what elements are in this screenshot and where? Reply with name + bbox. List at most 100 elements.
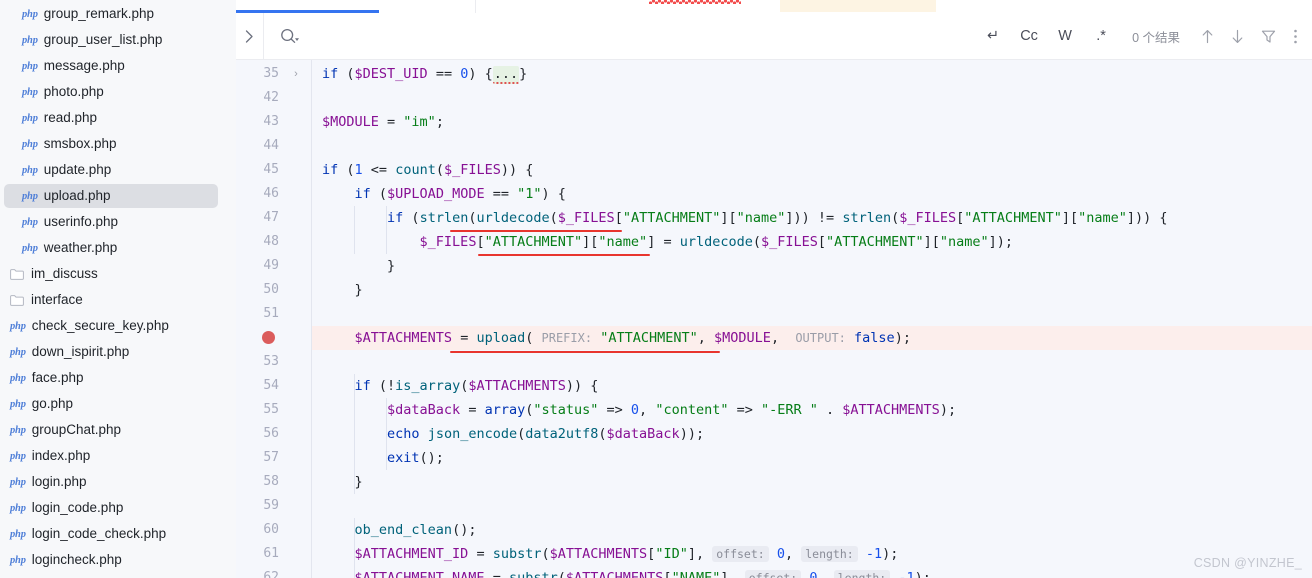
search-input[interactable] (307, 26, 607, 46)
tree-item-index-php[interactable]: php index.php (0, 443, 236, 469)
watermark-label: CSDN @YINZHE_ (1193, 556, 1302, 570)
line-number: 51 (263, 306, 279, 321)
code-line-52[interactable]: $ATTACHMENTS = upload( PREFIX: "ATTACHME… (312, 326, 911, 350)
code-line-62[interactable]: $ATTACHMENT_NAME = substr($ATTACHMENTS["… (312, 566, 931, 578)
tree-item-groupchat-php[interactable]: php groupChat.php (0, 417, 236, 443)
line-number: 49 (263, 258, 279, 273)
code-line-45[interactable]: if (1 <= count($_FILES)) { (312, 158, 533, 182)
code-line-58[interactable]: } (312, 470, 363, 494)
tree-item-logincheck-php[interactable]: php logincheck.php (0, 547, 236, 573)
match-case-button[interactable]: Cc (1020, 25, 1038, 47)
tree-item-interface[interactable]: interface (0, 287, 236, 313)
php-file-icon: php (22, 34, 38, 46)
code-line-49[interactable]: } (312, 254, 395, 278)
php-file-icon: php (10, 528, 26, 540)
tree-item-label: weather.php (43, 240, 118, 256)
tree-item-group-user-list-php[interactable]: php group_user_list.php (0, 27, 236, 53)
php-file-icon: php (10, 502, 26, 514)
tree-item-label: logincheck.php (31, 552, 122, 568)
tree-item-go-php[interactable]: php go.php (0, 391, 236, 417)
code-line-43[interactable]: $MODULE = "im"; (312, 110, 444, 134)
tree-item-label: im_discuss (31, 266, 98, 282)
code-line-55[interactable]: $dataBack = array("status" => 0, "conten… (312, 398, 956, 422)
tree-item-label: down_ispirit.php (31, 344, 130, 360)
tree-item-login-code-php[interactable]: php login_code.php (0, 495, 236, 521)
code-line-56[interactable]: echo json_encode(data2utf8($dataBack)); (312, 422, 704, 446)
tree-item-label: interface (31, 292, 83, 308)
annotation-underline-1 (450, 230, 622, 232)
code-line-61[interactable]: $ATTACHMENT_ID = substr($ATTACHMENTS["ID… (312, 542, 898, 566)
tree-item-photo-php[interactable]: php photo.php (0, 79, 236, 105)
tree-item-weather-php[interactable]: php weather.php (0, 235, 236, 261)
tree-item-login-php[interactable]: php login.php (0, 469, 236, 495)
tree-item-label: group_user_list.php (43, 32, 163, 48)
php-file-icon: php (10, 554, 26, 566)
fold-arrow-icon[interactable]: › (289, 62, 303, 86)
tree-item-group-remark-php[interactable]: php group_remark.php (0, 1, 236, 27)
code-line-46[interactable]: if ($UPLOAD_MODE == "1") { (312, 182, 566, 206)
tree-item-label: update.php (43, 162, 112, 178)
code-line-35[interactable]: if ($DEST_UID == 0) {...} (312, 62, 527, 86)
tree-item-label: upload.php (43, 188, 111, 204)
php-file-icon: php (10, 320, 26, 332)
tree-item-update-php[interactable]: php update.php (0, 157, 236, 183)
line-number: 60 (263, 522, 279, 537)
tree-item-smsbox-php[interactable]: php smsbox.php (0, 131, 236, 157)
tree-item-label: index.php (31, 448, 91, 464)
more-vertical-icon[interactable] (1293, 28, 1298, 45)
editor-tab-strip[interactable] (236, 0, 1312, 13)
line-number: 45 (263, 162, 279, 177)
tree-item-label: userinfo.php (43, 214, 119, 230)
tree-item-upload-php[interactable]: php upload.php (0, 183, 236, 209)
search-field-wrapper[interactable] (264, 13, 984, 60)
php-file-icon: php (22, 86, 38, 98)
tree-item-read-php[interactable]: php read.php (0, 105, 236, 131)
php-file-icon: php (10, 424, 26, 436)
folded-code-region[interactable]: ... (492, 66, 520, 84)
code-content-area[interactable]: if ($DEST_UID == 0) {...} $MODULE = "im";… (312, 60, 1312, 578)
line-number: 35 (263, 66, 279, 81)
whole-words-button[interactable]: W (1056, 25, 1074, 47)
chevron-right-icon[interactable] (236, 13, 263, 60)
breakpoint-marker[interactable] (262, 331, 275, 344)
php-file-icon: php (22, 138, 38, 150)
tree-item-label: photo.php (43, 84, 104, 100)
arrow-down-icon[interactable] (1231, 29, 1244, 44)
line-number: 61 (263, 546, 279, 561)
line-number: 48 (263, 234, 279, 249)
php-file-icon: php (10, 476, 26, 488)
code-line-60[interactable]: ob_end_clean(); (312, 518, 477, 542)
code-line-48[interactable]: $_FILES["ATTACHMENT"]["name"] = urldecod… (312, 230, 1013, 254)
tree-item-message-php[interactable]: php message.php (0, 53, 236, 79)
tree-item-login-code-check-php[interactable]: php login_code_check.php (0, 521, 236, 547)
line-number: 46 (263, 186, 279, 201)
code-line-50[interactable]: } (312, 278, 363, 302)
tree-item-face-php[interactable]: php face.php (0, 365, 236, 391)
project-file-tree[interactable]: php group_remark.php php group_user_list.ph… (0, 0, 236, 578)
line-number: 62 (263, 570, 279, 578)
tree-item-userinfo-php[interactable]: php userinfo.php (0, 209, 236, 235)
editor-gutter[interactable]: 35 › 42 43 44 45 46 47 48 49 50 51 53 54 55 56 57 58 59 60 6… (236, 60, 312, 578)
search-icon[interactable] (280, 28, 299, 45)
php-file-icon: php (22, 112, 38, 124)
tree-item-check-secure-key-php[interactable]: php check_secure_key.php (0, 313, 236, 339)
arrow-up-icon[interactable] (1201, 29, 1214, 44)
tree-item-label: login_code_check.php (31, 526, 167, 542)
code-line-47[interactable]: if (strlen(urldecode($_FILES["ATTACHMENT… (312, 206, 1168, 230)
regex-newline-icon[interactable]: ↵ (984, 25, 1002, 47)
php-file-icon: php (22, 8, 38, 20)
tree-item-label: message.php (43, 58, 125, 74)
filter-icon[interactable] (1261, 29, 1276, 44)
annotation-underline-3 (450, 351, 720, 353)
php-file-icon: php (22, 190, 38, 202)
line-number: 47 (263, 210, 279, 225)
code-line-54[interactable]: if (!is_array($ATTACHMENTS)) { (312, 374, 599, 398)
tree-item-im-discuss[interactable]: im_discuss (0, 261, 236, 287)
tree-item-down-ispirit-php[interactable]: php down_ispirit.php (0, 339, 236, 365)
regex-button[interactable]: .* (1092, 25, 1110, 47)
code-line-57[interactable]: exit(); (312, 446, 444, 470)
code-editor[interactable]: 35 › 42 43 44 45 46 47 48 49 50 51 53 54 55 56 57 58 59 60 6… (236, 60, 1312, 578)
line-number: 50 (263, 282, 279, 297)
line-number: 53 (263, 354, 279, 369)
php-file-icon: php (22, 216, 38, 228)
